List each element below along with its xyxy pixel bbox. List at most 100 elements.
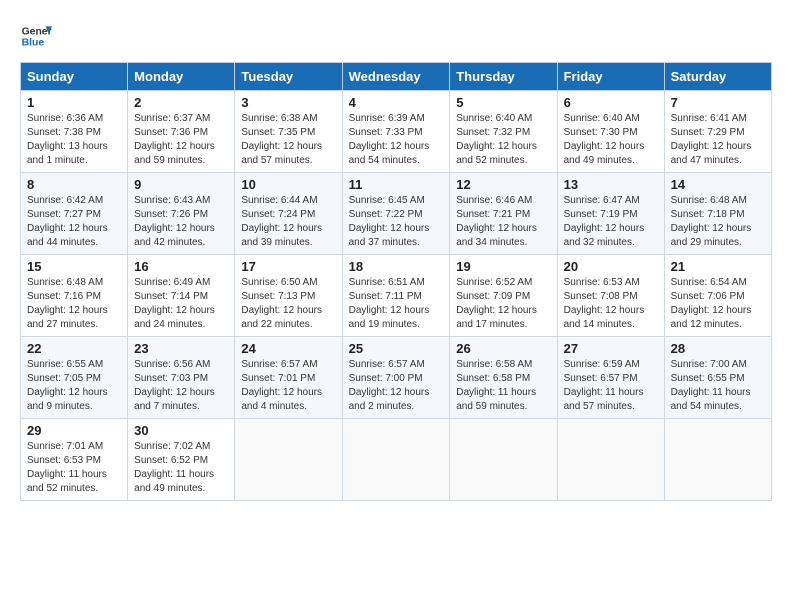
day-number: 22	[27, 341, 121, 356]
calendar-cell: 15 Sunrise: 6:48 AM Sunset: 7:16 PM Dayli…	[21, 255, 128, 337]
calendar-cell: 26 Sunrise: 6:58 AM Sunset: 6:58 PM Dayli…	[450, 337, 557, 419]
day-number: 2	[134, 95, 228, 110]
day-info: Sunrise: 7:02 AM Sunset: 6:52 PM Dayligh…	[134, 440, 228, 496]
day-number: 14	[671, 177, 765, 192]
calendar-table: SundayMondayTuesdayWednesdayThursdayFrid…	[20, 62, 772, 501]
calendar-cell	[557, 419, 664, 501]
calendar-cell: 17 Sunrise: 6:50 AM Sunset: 7:13 PM Dayli…	[235, 255, 342, 337]
calendar-cell	[664, 419, 771, 501]
day-number: 26	[456, 341, 550, 356]
day-number: 18	[349, 259, 444, 274]
day-number: 23	[134, 341, 228, 356]
calendar-cell: 19Sunrise: 6:52 AM Sunset: 7:09 PM Dayli…	[450, 255, 557, 337]
day-info: Sunrise: 6:38 AM Sunset: 7:35 PM Dayligh…	[241, 112, 335, 168]
day-info: Sunrise: 7:01 AM Sunset: 6:53 PM Dayligh…	[27, 440, 121, 496]
day-number: 6	[564, 95, 658, 110]
day-number: 24	[241, 341, 335, 356]
day-info: Sunrise: 6:39 AM Sunset: 7:33 PM Dayligh…	[349, 112, 444, 168]
day-number: 21	[671, 259, 765, 274]
calendar-cell: 1Sunrise: 6:36 AM Sunset: 7:38 PM Daylig…	[21, 91, 128, 173]
day-number: 19	[456, 259, 550, 274]
header-saturday: Saturday	[664, 63, 771, 91]
day-info: Sunrise: 6:47 AM Sunset: 7:19 PM Dayligh…	[564, 194, 658, 250]
calendar-cell: 29 Sunrise: 7:01 AM Sunset: 6:53 PM Dayli…	[21, 419, 128, 501]
day-number: 3	[241, 95, 335, 110]
day-info: Sunrise: 6:57 AM Sunset: 7:00 PM Dayligh…	[349, 358, 444, 414]
day-info: Sunrise: 6:45 AM Sunset: 7:22 PM Dayligh…	[349, 194, 444, 250]
logo: General Blue	[20, 20, 56, 52]
calendar-cell: 28Sunrise: 7:00 AM Sunset: 6:55 PM Dayli…	[664, 337, 771, 419]
day-info: Sunrise: 6:53 AM Sunset: 7:08 PM Dayligh…	[564, 276, 658, 332]
day-number: 7	[671, 95, 765, 110]
day-number: 15	[27, 259, 121, 274]
day-number: 4	[349, 95, 444, 110]
day-number: 17	[241, 259, 335, 274]
week-row-2: 15 Sunrise: 6:48 AM Sunset: 7:16 PM Dayli…	[21, 255, 772, 337]
day-number: 29	[27, 423, 121, 438]
calendar-cell	[235, 419, 342, 501]
week-row-1: 8Sunrise: 6:42 AM Sunset: 7:27 PM Daylig…	[21, 173, 772, 255]
day-info: Sunrise: 6:51 AM Sunset: 7:11 PM Dayligh…	[349, 276, 444, 332]
day-number: 9	[134, 177, 228, 192]
calendar-header-row: SundayMondayTuesdayWednesdayThursdayFrid…	[21, 63, 772, 91]
day-number: 20	[564, 259, 658, 274]
day-info: Sunrise: 6:54 AM Sunset: 7:06 PM Dayligh…	[671, 276, 765, 332]
header: General Blue	[20, 20, 772, 52]
calendar-cell: 23 Sunrise: 6:56 AM Sunset: 7:03 PM Dayli…	[128, 337, 235, 419]
calendar-cell	[450, 419, 557, 501]
header-tuesday: Tuesday	[235, 63, 342, 91]
calendar-cell: 9 Sunrise: 6:43 AM Sunset: 7:26 PM Daylig…	[128, 173, 235, 255]
calendar-cell: 14Sunrise: 6:48 AM Sunset: 7:18 PM Dayli…	[664, 173, 771, 255]
day-number: 11	[349, 177, 444, 192]
week-row-0: 1Sunrise: 6:36 AM Sunset: 7:38 PM Daylig…	[21, 91, 772, 173]
calendar-cell	[342, 419, 450, 501]
day-info: Sunrise: 6:44 AM Sunset: 7:24 PM Dayligh…	[241, 194, 335, 250]
header-friday: Friday	[557, 63, 664, 91]
calendar-cell: 12 Sunrise: 6:46 AM Sunset: 7:21 PM Dayli…	[450, 173, 557, 255]
day-info: Sunrise: 6:59 AM Sunset: 6:57 PM Dayligh…	[564, 358, 658, 414]
day-number: 8	[27, 177, 121, 192]
day-info: Sunrise: 6:56 AM Sunset: 7:03 PM Dayligh…	[134, 358, 228, 414]
day-info: Sunrise: 6:57 AM Sunset: 7:01 PM Dayligh…	[241, 358, 335, 414]
header-monday: Monday	[128, 63, 235, 91]
calendar-cell: 20 Sunrise: 6:53 AM Sunset: 7:08 PM Dayli…	[557, 255, 664, 337]
day-info: Sunrise: 6:48 AM Sunset: 7:16 PM Dayligh…	[27, 276, 121, 332]
week-row-4: 29 Sunrise: 7:01 AM Sunset: 6:53 PM Dayli…	[21, 419, 772, 501]
header-wednesday: Wednesday	[342, 63, 450, 91]
calendar-cell: 6Sunrise: 6:40 AM Sunset: 7:30 PM Daylig…	[557, 91, 664, 173]
calendar-cell: 21 Sunrise: 6:54 AM Sunset: 7:06 PM Dayli…	[664, 255, 771, 337]
day-info: Sunrise: 6:43 AM Sunset: 7:26 PM Dayligh…	[134, 194, 228, 250]
day-info: Sunrise: 6:40 AM Sunset: 7:32 PM Dayligh…	[456, 112, 550, 168]
calendar-cell: 13 Sunrise: 6:47 AM Sunset: 7:19 PM Dayli…	[557, 173, 664, 255]
day-info: Sunrise: 6:37 AM Sunset: 7:36 PM Dayligh…	[134, 112, 228, 168]
day-number: 13	[564, 177, 658, 192]
header-thursday: Thursday	[450, 63, 557, 91]
calendar-cell: 18 Sunrise: 6:51 AM Sunset: 7:11 PM Dayli…	[342, 255, 450, 337]
calendar-cell: 10 Sunrise: 6:44 AM Sunset: 7:24 PM Dayli…	[235, 173, 342, 255]
calendar-cell: 22 Sunrise: 6:55 AM Sunset: 7:05 PM Dayli…	[21, 337, 128, 419]
header-sunday: Sunday	[21, 63, 128, 91]
day-number: 5	[456, 95, 550, 110]
day-info: Sunrise: 6:55 AM Sunset: 7:05 PM Dayligh…	[27, 358, 121, 414]
day-number: 25	[349, 341, 444, 356]
day-info: Sunrise: 6:36 AM Sunset: 7:38 PM Dayligh…	[27, 112, 121, 168]
day-number: 16	[134, 259, 228, 274]
day-number: 10	[241, 177, 335, 192]
day-number: 12	[456, 177, 550, 192]
calendar-cell: 30Sunrise: 7:02 AM Sunset: 6:52 PM Dayli…	[128, 419, 235, 501]
day-info: Sunrise: 6:49 AM Sunset: 7:14 PM Dayligh…	[134, 276, 228, 332]
week-row-3: 22 Sunrise: 6:55 AM Sunset: 7:05 PM Dayli…	[21, 337, 772, 419]
calendar-cell: 27 Sunrise: 6:59 AM Sunset: 6:57 PM Dayli…	[557, 337, 664, 419]
svg-text:Blue: Blue	[22, 38, 45, 49]
calendar-cell: 11 Sunrise: 6:45 AM Sunset: 7:22 PM Dayli…	[342, 173, 450, 255]
day-info: Sunrise: 6:58 AM Sunset: 6:58 PM Dayligh…	[456, 358, 550, 414]
calendar-cell: 2 Sunrise: 6:37 AM Sunset: 7:36 PM Daylig…	[128, 91, 235, 173]
day-info: Sunrise: 6:41 AM Sunset: 7:29 PM Dayligh…	[671, 112, 765, 168]
calendar-cell: 16 Sunrise: 6:49 AM Sunset: 7:14 PM Dayli…	[128, 255, 235, 337]
day-info: Sunrise: 6:50 AM Sunset: 7:13 PM Dayligh…	[241, 276, 335, 332]
calendar-cell: 7 Sunrise: 6:41 AM Sunset: 7:29 PM Daylig…	[664, 91, 771, 173]
day-info: Sunrise: 7:00 AM Sunset: 6:55 PM Dayligh…	[671, 358, 765, 414]
day-number: 27	[564, 341, 658, 356]
day-info: Sunrise: 6:46 AM Sunset: 7:21 PM Dayligh…	[456, 194, 550, 250]
logo-icon: General Blue	[20, 20, 52, 52]
